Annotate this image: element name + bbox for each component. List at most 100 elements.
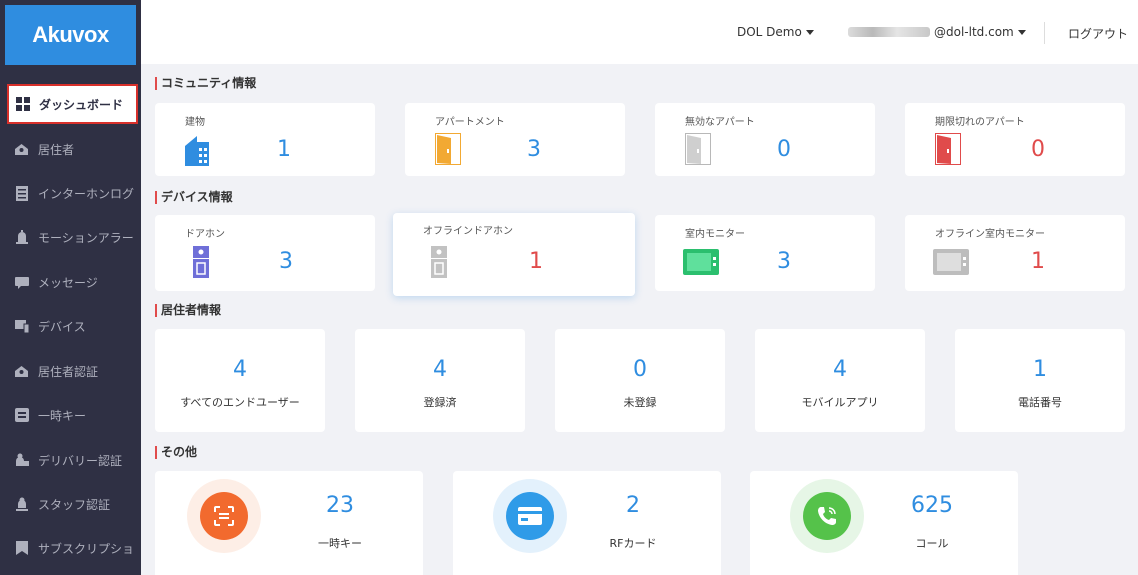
call-badge	[790, 479, 864, 553]
delivery-auth-icon	[14, 453, 29, 468]
card-value: 1	[529, 249, 543, 274]
sidebar-item-message[interactable]: メッセージ	[0, 262, 141, 302]
section-title-device: デバイス情報	[155, 191, 233, 204]
stat-card-apartments[interactable]: アパートメント 3	[405, 103, 625, 176]
sidebar-item-resident-auth[interactable]: 居住者認証	[0, 351, 141, 391]
card-label: ドアホン	[185, 229, 225, 240]
account-name-redacted	[848, 27, 930, 37]
stat-card-unregistered[interactable]: 0 未登録	[555, 329, 725, 432]
door-disabled-icon	[684, 132, 712, 169]
sidebar-item-label: メッセージ	[38, 275, 98, 290]
sidebar-item-intercom-log[interactable]: インターホンログ	[0, 173, 141, 213]
temp-key-icon	[200, 492, 248, 540]
logout-button[interactable]: ログアウト	[1068, 25, 1128, 42]
card-label: 一時キー	[318, 537, 362, 550]
stat-card-offline-indoor-monitors[interactable]: オフライン室内モニター 1	[905, 215, 1125, 291]
section-title-resident: 居住者情報	[155, 304, 221, 317]
logout-label: ログアウト	[1068, 27, 1129, 41]
staff-auth-icon	[14, 497, 29, 512]
subscription-icon	[14, 541, 29, 556]
message-icon	[14, 275, 29, 290]
card-label: 室内モニター	[685, 229, 745, 240]
section-title-community: コミュニティ情報	[155, 77, 256, 90]
card-label: 無効なアパート	[685, 117, 755, 128]
stat-card-offline-doorphones[interactable]: オフラインドアホン 1	[393, 213, 635, 296]
logo-text: Akuvox	[32, 22, 109, 47]
section-title-other: その他	[155, 446, 197, 459]
stat-card-registered[interactable]: 4 登録済	[355, 329, 525, 432]
card-label: 未登録	[623, 396, 657, 409]
stat-card-indoor-monitors[interactable]: 室内モニター 3	[655, 215, 875, 291]
sidebar-item-label: スタッフ認証	[38, 497, 111, 512]
stat-card-expired-apartments[interactable]: 期限切れのアパート 0	[905, 103, 1125, 176]
card-value: 3	[527, 137, 541, 162]
sidebar-item-delivery-auth[interactable]: デリバリー認証	[0, 440, 141, 480]
sidebar-item-temp-key[interactable]: 一時キー	[0, 395, 141, 435]
stat-card-buildings[interactable]: 建物 1	[155, 103, 375, 176]
stat-card-disabled-apartments[interactable]: 無効なアパート 0	[655, 103, 875, 176]
card-value: 4	[433, 357, 447, 382]
sidebar-item-staff-auth[interactable]: スタッフ認証	[0, 484, 141, 524]
stat-card-mobile-app[interactable]: 4 モバイルアプリ	[755, 329, 925, 432]
card-value: 1	[1033, 357, 1047, 382]
doorphone-icon	[193, 246, 209, 282]
card-label: RFカード	[609, 537, 657, 550]
header-divider	[1044, 22, 1045, 44]
sidebar-item-label: サブスクリプショ	[38, 541, 135, 556]
card-value: 4	[233, 357, 247, 382]
indoor-monitor-offline-icon	[933, 249, 969, 279]
sidebar-item-residents[interactable]: 居住者	[0, 129, 141, 169]
card-label: 登録済	[423, 396, 457, 409]
stat-card-calls[interactable]: 625 コール	[750, 471, 1018, 575]
card-value: 1	[277, 137, 291, 162]
chevron-down-icon	[1017, 29, 1026, 35]
building-icon	[185, 136, 209, 170]
stat-card-rf-cards[interactable]: 2 RFカード	[453, 471, 721, 575]
dashboard-icon	[15, 97, 30, 112]
chevron-down-icon	[805, 29, 814, 35]
card-value: 2	[626, 493, 640, 518]
card-label: 期限切れのアパート	[935, 117, 1025, 128]
sidebar-item-label: インターホンログ	[38, 186, 135, 201]
sidebar-item-label: デリバリー認証	[38, 453, 123, 468]
card-label: オフライン室内モニター	[935, 229, 1045, 240]
card-label: 電話番号	[1018, 396, 1062, 409]
stat-card-temp-keys[interactable]: 23 一時キー	[155, 471, 423, 575]
temp-key-icon	[14, 408, 29, 423]
card-value: 4	[833, 357, 847, 382]
card-value: 3	[777, 249, 791, 274]
rf-card-icon	[506, 492, 554, 540]
account-menu[interactable]: @dol-ltd.com	[848, 25, 1026, 39]
card-label: オフラインドアホン	[423, 226, 513, 237]
sidebar-item-subscription[interactable]: サブスクリプショ	[0, 528, 141, 568]
card-value: 625	[911, 493, 953, 518]
sidebar-item-label: 居住者認証	[38, 364, 99, 379]
door-icon	[434, 132, 462, 169]
account-email-domain: @dol-ltd.com	[934, 25, 1014, 39]
rf-card-badge	[493, 479, 567, 553]
sidebar-item-label: デバイス	[38, 319, 86, 334]
stat-card-doorphones[interactable]: ドアホン 3	[155, 215, 375, 291]
call-icon	[803, 492, 851, 540]
card-label: アパートメント	[435, 117, 505, 128]
card-label: 建物	[185, 117, 205, 128]
sidebar-item-dashboard[interactable]: ダッシュボード	[7, 84, 138, 124]
motion-alarm-icon	[14, 230, 29, 245]
temp-key-badge	[187, 479, 261, 553]
akuvox-logo[interactable]: Akuvox	[5, 5, 136, 65]
sidebar-item-label: 一時キー	[38, 408, 87, 423]
residents-icon	[14, 142, 29, 157]
sidebar-item-motion-alarm[interactable]: モーションアラー	[0, 217, 141, 257]
card-label: モバイルアプリ	[801, 396, 879, 409]
card-value: 0	[633, 357, 647, 382]
card-value: 0	[777, 137, 791, 162]
door-expired-icon	[934, 132, 962, 169]
card-value: 23	[326, 493, 354, 518]
indoor-monitor-icon	[683, 249, 719, 279]
sidebar-item-device[interactable]: デバイス	[0, 306, 141, 346]
doorphone-offline-icon	[431, 246, 447, 282]
stat-card-all-end-users[interactable]: 4 すべてのエンドユーザー	[155, 329, 325, 432]
stat-card-phone-number[interactable]: 1 電話番号	[955, 329, 1125, 432]
card-label: すべてのエンドユーザー	[180, 396, 300, 409]
site-selector[interactable]: DOL Demo	[737, 25, 814, 39]
